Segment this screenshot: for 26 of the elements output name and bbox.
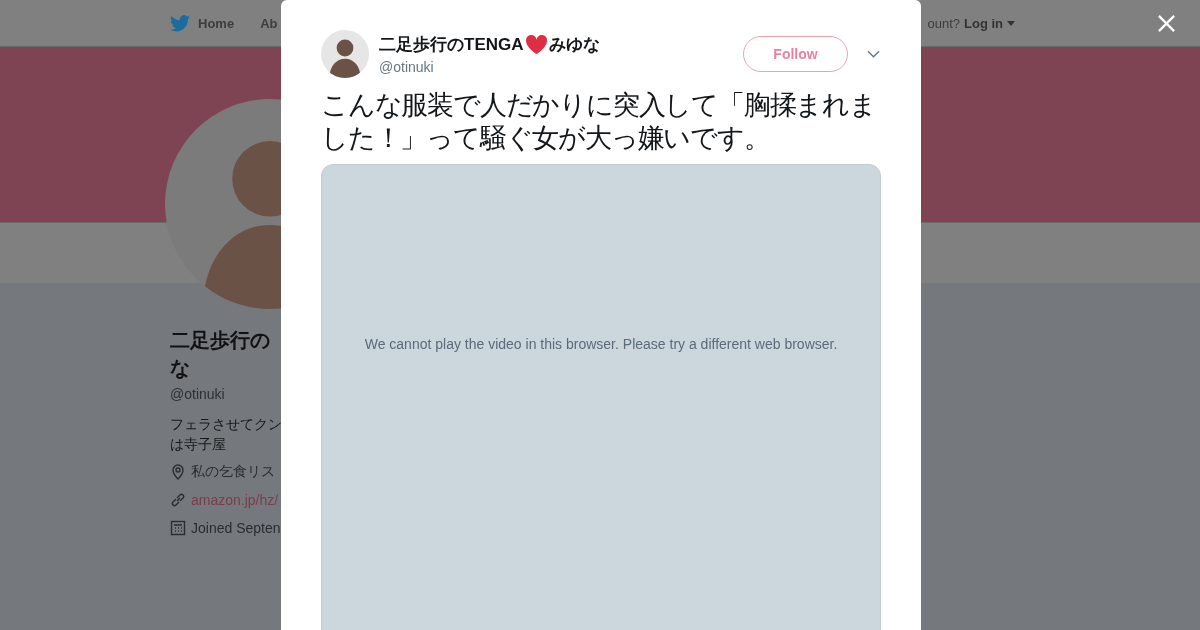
profile-location: 私の乞食リス: [191, 463, 275, 481]
profile-handle: @otinuki: [170, 386, 226, 402]
video-error-message: We cannot play the video in this browser. Please try a different web browser.: [364, 336, 838, 352]
profile-bio: フェラさせてクン: [170, 415, 283, 434]
login-link[interactable]: Log in: [964, 15, 1003, 31]
calendar-icon: [170, 520, 186, 536]
profile-link[interactable]: amazon.jp/hz/: [191, 492, 279, 508]
profile-name: な: [170, 356, 191, 381]
heart-icon: [524, 34, 548, 55]
profile-bio: は寺子屋: [170, 435, 227, 454]
link-icon: [170, 492, 186, 508]
follow-button[interactable]: Follow: [743, 36, 848, 72]
user-handle: @otinuki: [379, 59, 435, 75]
account-prompt: ount?: [927, 15, 960, 31]
nav-link[interactable]: Ab: [260, 15, 278, 31]
location-icon: [170, 464, 186, 480]
profile-joined-date: Joined Septen: [191, 520, 281, 536]
user-name: みゆな: [548, 34, 600, 56]
chevron-down-icon[interactable]: [867, 50, 880, 58]
nav-link[interactable]: Home: [198, 15, 235, 31]
close-icon[interactable]: [1157, 14, 1176, 33]
caret-icon: [1007, 20, 1015, 26]
user-name: 二足歩行のTENGA: [379, 34, 524, 56]
bird-icon: [170, 14, 190, 32]
tweet-text: こんな服装で人だかりに突入して「胸揉まれました！」って騒ぐ女が大っ嫌いです。: [321, 88, 877, 154]
user-avatar: [321, 30, 369, 78]
